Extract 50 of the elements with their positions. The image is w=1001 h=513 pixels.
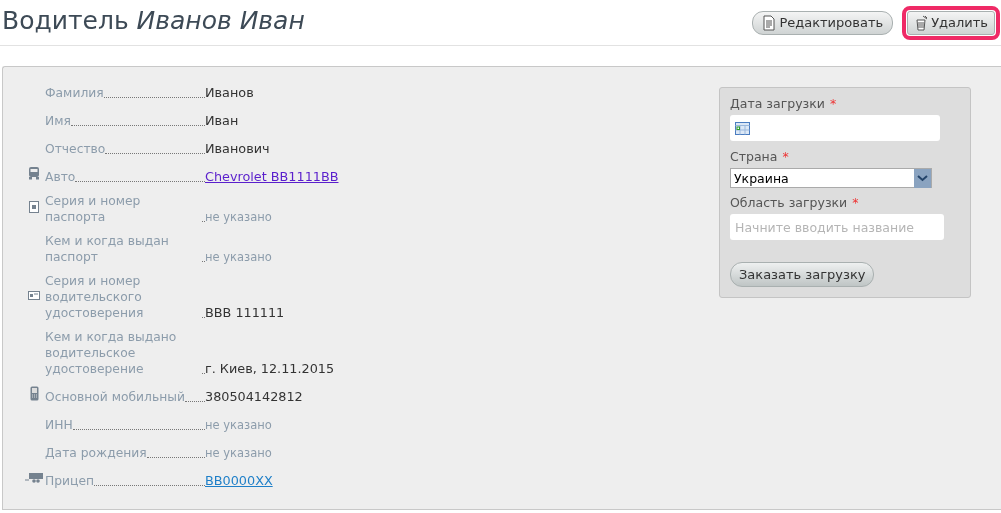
id-card-icon — [28, 290, 40, 300]
field-label: Кем и когда выдан паспорт — [45, 233, 170, 265]
passport-icon — [29, 201, 39, 213]
field-label: Отчество — [45, 141, 106, 157]
field-label: Кем и когда выдано водительское удостоверение — [45, 329, 178, 377]
field-value: не указано — [205, 249, 272, 266]
value-link[interactable]: BB0000XX — [205, 473, 273, 491]
field-label: Дата загрузки — [730, 96, 825, 111]
field-label: Прицеп — [45, 473, 95, 489]
country-select[interactable]: Украина — [730, 168, 932, 188]
field-label: Серия и номер паспорта — [45, 193, 142, 225]
required-mark: * — [852, 195, 859, 210]
leader-line — [202, 221, 205, 222]
field-value: 380504142812 — [205, 389, 303, 406]
field-value: BBB 111111 — [205, 305, 285, 322]
field-label: Имя — [45, 113, 71, 129]
page-title: Водитель Иванов Иван — [2, 6, 305, 35]
field-value: г. Киев, 12.11.2015 — [205, 361, 335, 378]
document-icon — [762, 14, 777, 31]
field-label: Дата рождения — [45, 445, 147, 461]
mobile-phone-icon — [29, 385, 39, 401]
edit-button[interactable]: Редактировать — [752, 10, 894, 35]
leader-line — [184, 401, 205, 402]
field-value: Иванов — [205, 85, 254, 102]
field-label: Основной мобильный — [45, 389, 185, 405]
field-label: Страна — [730, 149, 778, 164]
leader-line — [202, 317, 205, 318]
truck-icon — [28, 166, 40, 180]
field-value: Иванович — [205, 141, 270, 158]
value-link[interactable]: Chevrolet BB1111BB — [205, 169, 339, 187]
required-mark: * — [829, 96, 837, 111]
field-label: ИНН — [45, 417, 73, 433]
leader-line — [202, 261, 205, 262]
field-value: не указано — [205, 209, 272, 226]
trailer-icon — [25, 471, 43, 483]
field-value: не указано — [205, 445, 272, 462]
field-label: Серия и номер водительского удостоверения — [45, 273, 145, 321]
field-value: не указано — [205, 417, 272, 434]
region-input[interactable]: Начните вводить название — [730, 214, 944, 240]
calendar-icon — [735, 121, 750, 135]
field-label: Авто — [45, 169, 76, 185]
field-value: Иван — [205, 113, 239, 130]
date-field[interactable] — [730, 115, 940, 141]
required-mark: * — [782, 149, 789, 164]
field-label: Фамилия — [45, 85, 104, 101]
leader-line — [146, 457, 205, 458]
order-loading-button[interactable]: Заказать загрузку — [730, 262, 875, 287]
field-label: Область загрузки — [730, 195, 848, 210]
leader-line — [202, 373, 205, 374]
trash-icon — [914, 14, 929, 31]
